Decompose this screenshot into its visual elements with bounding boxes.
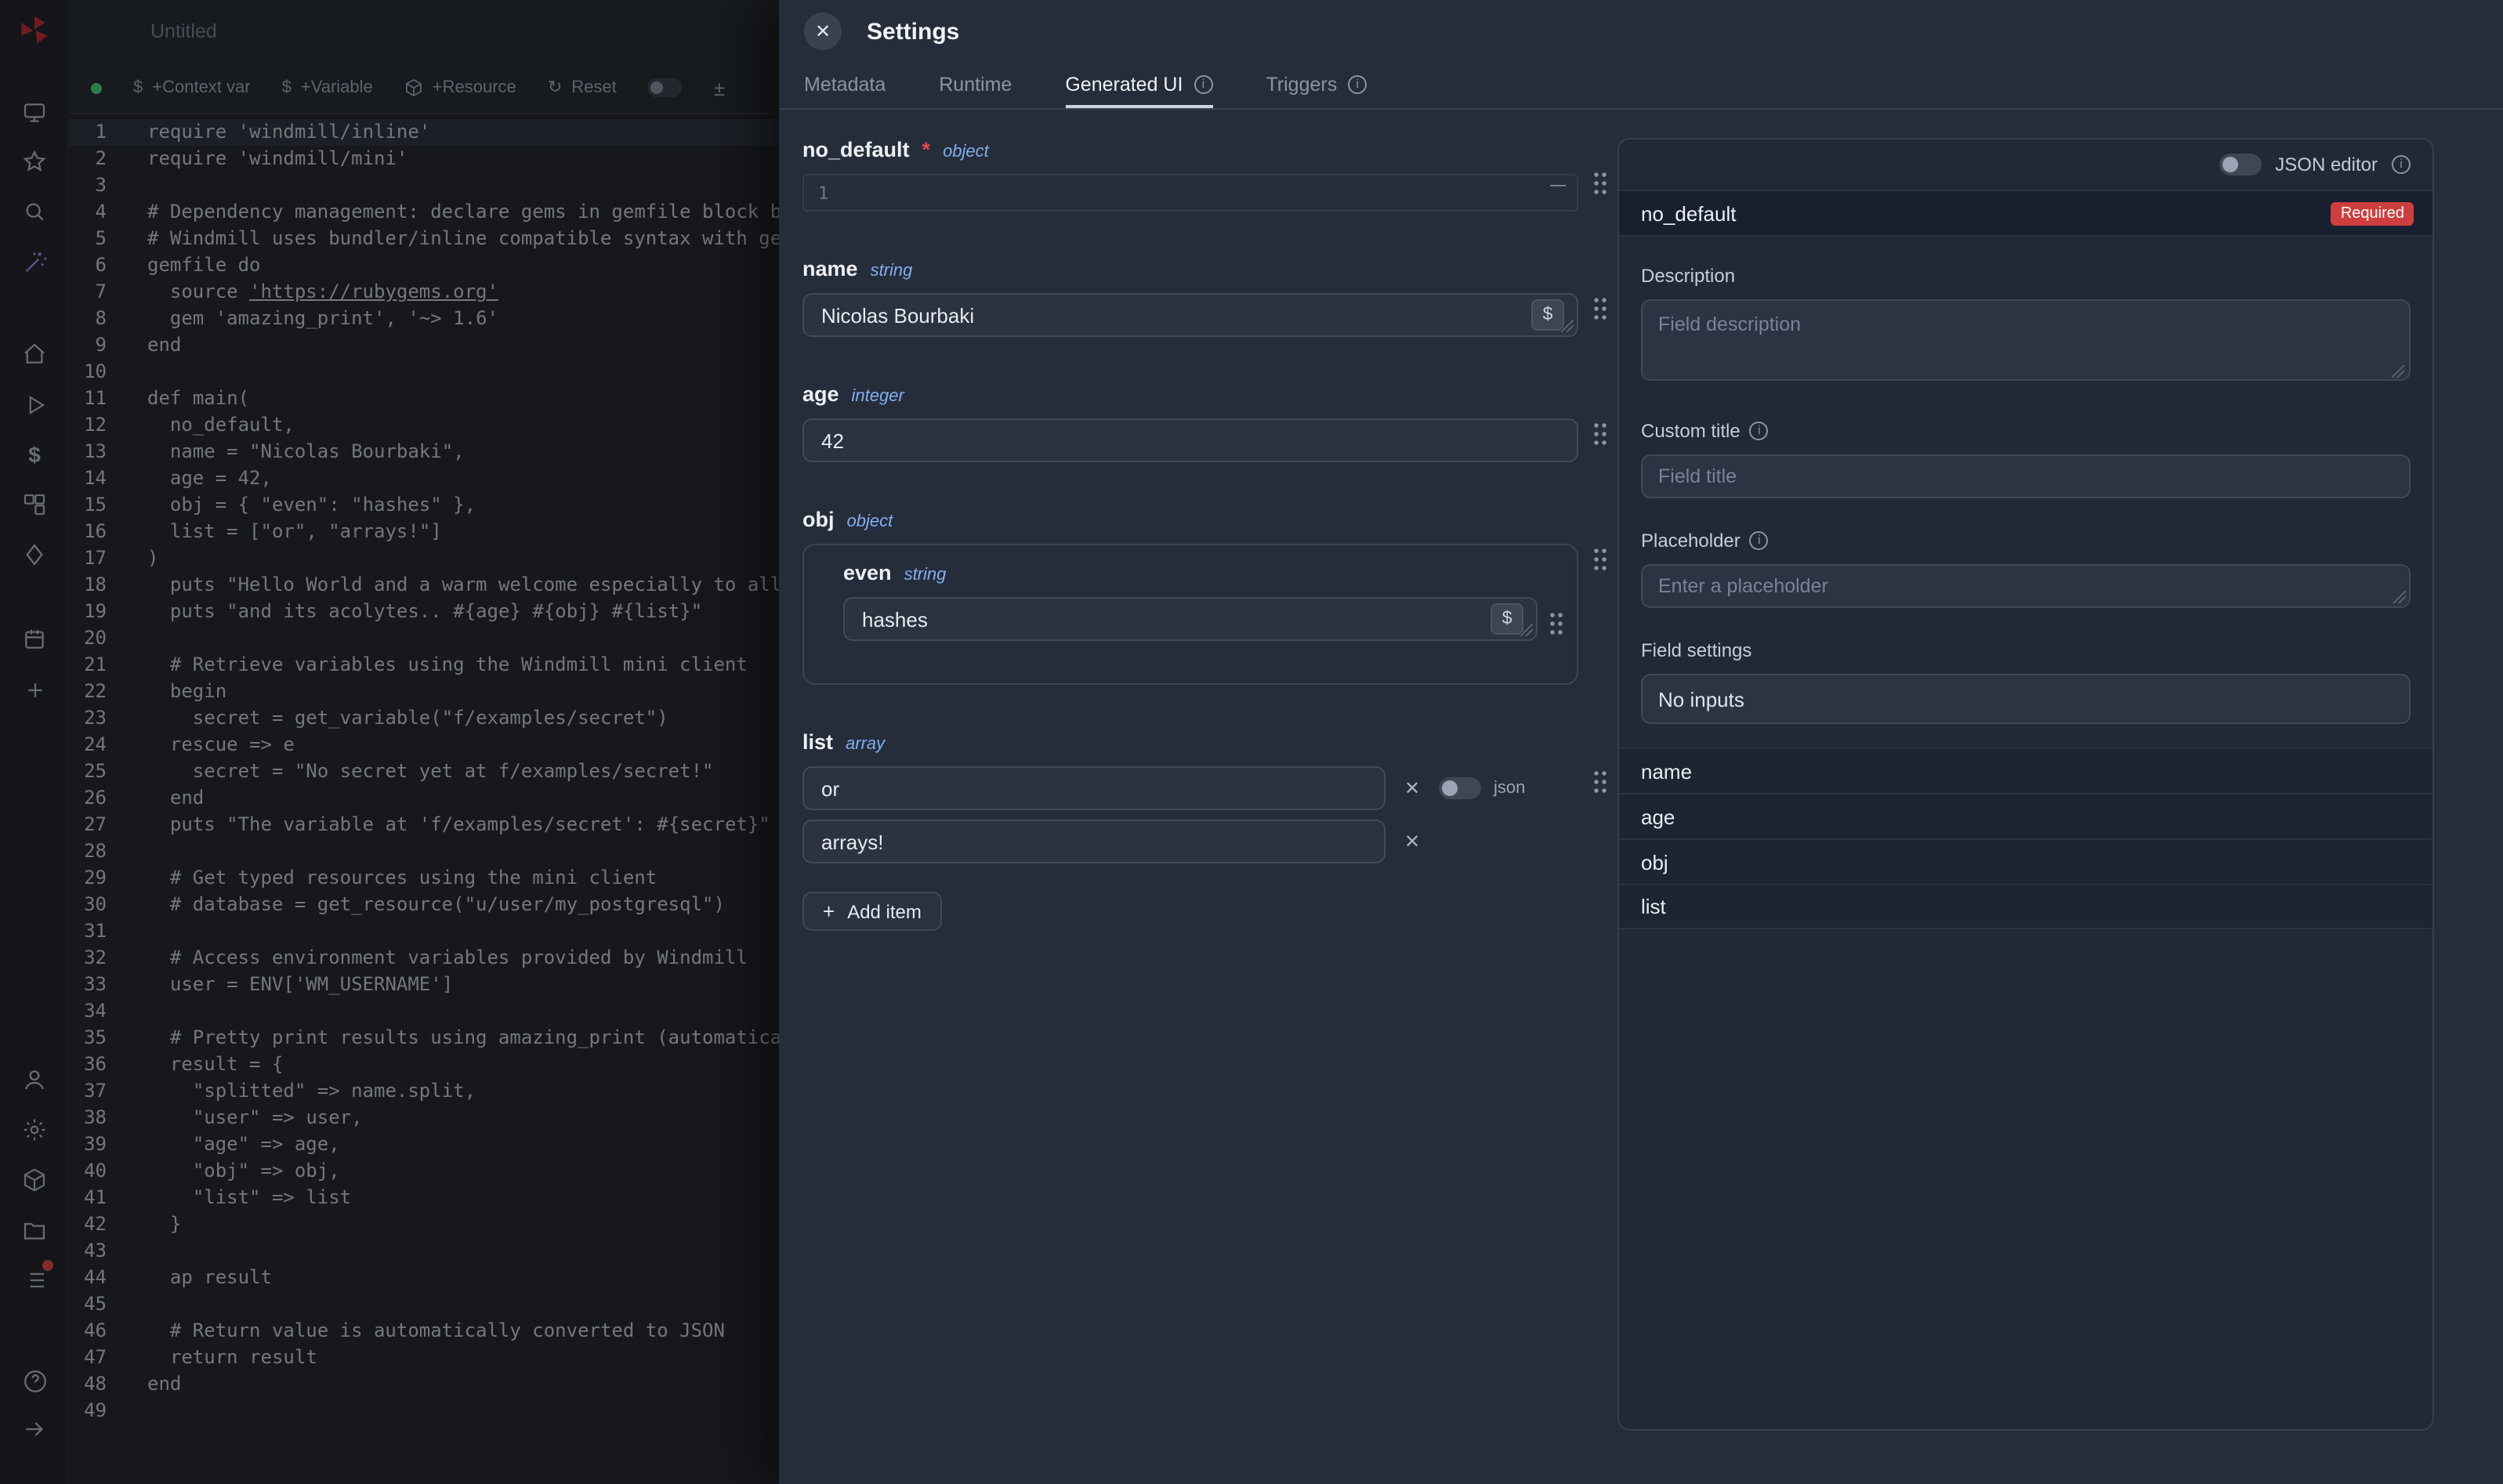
info-icon: i: [1194, 74, 1212, 93]
json-editor-label: JSON editor: [2275, 154, 2378, 176]
field-name: name string $: [802, 257, 1608, 337]
drag-handle-icon[interactable]: [1549, 611, 1564, 636]
info-icon: i: [2392, 155, 2411, 174]
inspector-row-name[interactable]: name: [1619, 747, 2432, 793]
even-input-wrap: $: [843, 597, 1538, 641]
field-type: string: [871, 262, 913, 281]
list-item: ✕: [802, 820, 1578, 863]
list-item-input[interactable]: [821, 830, 1367, 853]
drag-handle-icon[interactable]: [1592, 171, 1608, 196]
field-label: no_default: [802, 138, 910, 161]
inspector-row-no-default[interactable]: no_default Required: [1619, 190, 2432, 237]
resize-handle-icon[interactable]: [2393, 591, 2406, 603]
inspector-toolbar: JSON editor i: [1619, 139, 2432, 190]
json-editor-toggle[interactable]: [2219, 154, 2261, 176]
age-input[interactable]: [821, 429, 1559, 452]
field-age: age integer: [802, 382, 1608, 462]
list-item-input-wrap: [802, 820, 1386, 863]
resize-handle-icon[interactable]: [2392, 365, 2404, 378]
drag-handle-icon[interactable]: [1592, 296, 1608, 321]
field-list: list array ✕ json: [802, 730, 1608, 931]
info-icon: i: [1750, 531, 1769, 550]
modal-title: Settings: [867, 18, 959, 45]
json-toggle-label: json: [1494, 779, 1525, 798]
field-settings-value: No inputs: [1641, 674, 2411, 724]
field-type: integer: [852, 387, 904, 406]
dollar-var-icon[interactable]: $: [1491, 603, 1523, 635]
custom-title-input[interactable]: [1658, 465, 2393, 487]
field-config-section: Description Custom title i: [1619, 237, 2432, 724]
modal-header: ✕ Settings: [779, 0, 2503, 63]
age-input-wrap: [802, 418, 1578, 462]
inspector-field-list: name age obj list: [1619, 747, 2432, 929]
field-type: string: [904, 566, 947, 585]
drag-handle-icon[interactable]: [1592, 422, 1608, 447]
resize-handle-icon[interactable]: [1520, 624, 1533, 636]
custom-title-label: Custom title: [1641, 420, 1741, 442]
fold-minus-icon[interactable]: —: [1550, 177, 1566, 194]
close-icon[interactable]: ✕: [804, 13, 842, 50]
drag-handle-icon[interactable]: [1592, 769, 1608, 794]
tab-runtime[interactable]: Runtime: [939, 63, 1012, 108]
description-label: Description: [1641, 265, 2411, 287]
field-type: object: [943, 143, 989, 161]
even-input[interactable]: [862, 607, 1519, 631]
field-settings-label: Field settings: [1641, 639, 2411, 661]
list-item-input[interactable]: [821, 776, 1367, 800]
field-obj: obj object even string: [802, 508, 1608, 685]
placeholder-input-wrap: [1641, 564, 2411, 608]
settings-modal: ✕ Settings Metadata Runtime Generated UI…: [779, 0, 2503, 1484]
name-input-wrap: $: [802, 293, 1578, 337]
placeholder-label: Placeholder: [1641, 530, 1741, 552]
tab-generated-ui[interactable]: Generated UI i: [1065, 63, 1212, 108]
inspector-row-list[interactable]: list: [1619, 884, 2432, 929]
dollar-var-icon[interactable]: $: [1531, 299, 1564, 331]
description-textarea[interactable]: [1641, 299, 2411, 381]
settings-tabs: Metadata Runtime Generated UI i Triggers…: [779, 63, 2503, 110]
inspector-row-obj[interactable]: obj: [1619, 838, 2432, 884]
info-icon: i: [1750, 422, 1769, 440]
field-label: obj: [802, 508, 835, 531]
placeholder-input[interactable]: [1658, 575, 2393, 597]
remove-item-icon[interactable]: ✕: [1386, 831, 1439, 852]
field-type: array: [846, 735, 885, 754]
add-item-button[interactable]: + Add item: [802, 892, 942, 931]
form-preview-column: no_default * object 1 —: [802, 138, 1608, 976]
field-label: age: [802, 382, 839, 406]
field-label: list: [802, 730, 833, 754]
required-star: *: [922, 138, 931, 161]
generated-ui-panel: no_default * object 1 —: [779, 110, 2503, 1484]
field-type: object: [847, 512, 893, 531]
required-badge: Required: [2331, 201, 2414, 225]
obj-nested-panel: even string $: [802, 544, 1578, 685]
tab-metadata[interactable]: Metadata: [804, 63, 886, 108]
plus-icon: +: [823, 901, 835, 921]
info-icon: i: [1348, 74, 1367, 93]
tab-triggers[interactable]: Triggers i: [1266, 63, 1367, 108]
field-inspector-panel: JSON editor i no_default Required Descri…: [1617, 138, 2434, 1431]
object-json-editor[interactable]: 1 —: [802, 174, 1578, 212]
screen: $: [0, 0, 2503, 1484]
custom-title-input-wrap: [1641, 454, 2411, 498]
json-toggle[interactable]: [1439, 777, 1481, 799]
field-no-default: no_default * object 1 —: [802, 138, 1608, 212]
drag-handle-icon[interactable]: [1592, 547, 1608, 572]
resize-handle-icon[interactable]: [1561, 320, 1574, 332]
inspector-row-age[interactable]: age: [1619, 793, 2432, 838]
list-item-input-wrap: [802, 766, 1386, 810]
field-label: name: [802, 257, 858, 281]
name-input[interactable]: [821, 303, 1559, 327]
field-label: even: [843, 561, 892, 585]
list-item: ✕ json: [802, 766, 1578, 810]
editor-line-number: 1: [818, 183, 828, 203]
remove-item-icon[interactable]: ✕: [1386, 777, 1439, 799]
